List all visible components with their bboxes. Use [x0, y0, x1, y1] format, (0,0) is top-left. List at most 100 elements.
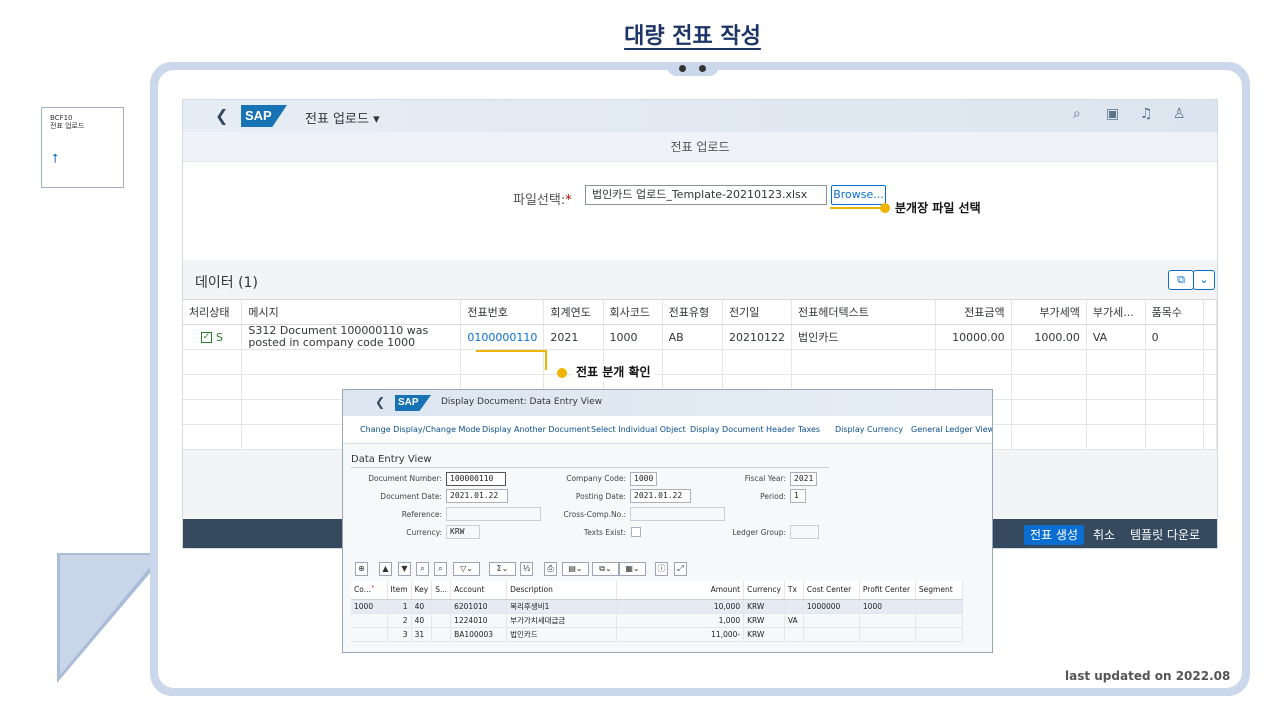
texts-exist-checkbox[interactable] — [631, 527, 641, 537]
back-arrow-icon[interactable]: ❮ — [215, 106, 228, 125]
status-cell: ✓ S — [183, 324, 243, 350]
column-header[interactable]: Co...˄ — [351, 581, 388, 600]
menu-select-object[interactable]: Select Individual Object — [591, 425, 686, 434]
camera-dot-icon — [699, 65, 706, 72]
tile-title: 전표 업로드 — [50, 122, 85, 130]
callout-line — [830, 207, 882, 209]
table-row[interactable]: 3 31 BA100003 법인카드 11,000- KRW — [351, 627, 964, 642]
column-header[interactable]: 품목수 — [1145, 299, 1205, 325]
copy-icon[interactable]: ⧉ — [1168, 270, 1194, 290]
column-header[interactable]: Segment — [915, 581, 964, 600]
sort-descending-icon[interactable]: ▼ — [398, 562, 411, 576]
info-icon[interactable]: ⓘ — [655, 562, 668, 576]
reference-field[interactable] — [446, 507, 541, 521]
gui-shell-bar: ❮ SAP Display Document: Data Entry View — [343, 390, 992, 416]
back-arrow-icon[interactable]: ❮ — [375, 395, 385, 409]
chevron-down-icon[interactable]: ⌄ — [1193, 270, 1215, 290]
page-subtitle: 전표 업로드 — [183, 132, 1217, 162]
print-icon[interactable]: ⎙ — [544, 562, 557, 576]
create-document-button[interactable]: 전표 생성 — [1024, 525, 1084, 545]
vat-code-cell: VA — [1086, 324, 1146, 350]
app-title-menu[interactable]: 전표 업로드 ▾ — [305, 108, 380, 127]
document-date-field[interactable]: 2021.01.22 — [446, 489, 508, 503]
cancel-button[interactable]: 취소 — [1087, 525, 1121, 545]
column-header[interactable]: 부가세... — [1086, 299, 1146, 325]
column-header[interactable]: 전기일 — [722, 299, 793, 325]
column-header[interactable]: 전표번호 — [460, 299, 545, 325]
label-texts-exist: Texts Exist: — [583, 528, 626, 537]
doc-number-link[interactable]: 0100000110 — [460, 324, 545, 350]
subtotal-icon[interactable]: ½ — [520, 562, 533, 576]
tablet-notch — [667, 62, 719, 76]
fiscal-year-cell: 2021 — [543, 324, 604, 350]
item-count-cell: 0 — [1145, 324, 1205, 350]
column-header[interactable]: Description — [506, 581, 618, 600]
slide-title: 대량 전표 작성 — [624, 24, 761, 49]
menu-display-another[interactable]: Display Another Document — [482, 425, 590, 434]
template-download-button[interactable]: 템플릿 다운로드 — [1124, 525, 1217, 545]
label-fiscal-year: Fiscal Year: — [744, 474, 786, 483]
sum-icon[interactable]: Σ⌄ — [489, 562, 516, 576]
column-header[interactable]: Currency — [743, 581, 785, 600]
label-company-code: Company Code: — [566, 474, 626, 483]
column-header[interactable]: 부가세액 — [1011, 299, 1087, 325]
posting-date-cell: 20210122 — [722, 324, 793, 350]
fiscal-year-field[interactable]: 2021 — [790, 472, 817, 486]
shell-bar: ❮ SAP 전표 업로드 ▾ ⌕ ▣ ♫ ♙ — [183, 100, 1217, 132]
menu-taxes[interactable]: Taxes — [798, 425, 820, 434]
menu-change-mode[interactable]: Change Display/Change Mode — [360, 425, 480, 434]
column-header[interactable]: 회계연도 — [543, 299, 604, 325]
filter-icon[interactable]: ▽⌄ — [453, 562, 480, 576]
view-icon[interactable]: ▤⌄ — [562, 562, 589, 576]
currency-field[interactable]: KRW — [446, 525, 480, 539]
menu-display-header[interactable]: Display Document Header — [690, 425, 795, 434]
sap-logo: SAP — [241, 105, 287, 127]
table-row[interactable]: ✓ S S312 Document 100000110 was posted in… — [183, 324, 1217, 350]
layout-icon[interactable]: ▦⌄ — [619, 562, 646, 576]
find-next-icon[interactable]: ⌕ — [434, 562, 447, 576]
column-header[interactable]: 전표금액 — [935, 299, 1012, 325]
column-header[interactable]: Account — [450, 581, 508, 600]
bell-icon[interactable]: ♫ — [1140, 106, 1153, 122]
menu-gl-view[interactable]: General Ledger View — [911, 425, 992, 434]
sort-ascending-icon[interactable]: ▲ — [379, 562, 392, 576]
menu-display-currency[interactable]: Display Currency — [835, 425, 903, 434]
zoom-icon[interactable]: ⊕ — [355, 562, 368, 576]
document-number-field[interactable]: 100000110 — [446, 472, 506, 486]
callout-doc: 전표 분개 확인 — [572, 364, 655, 381]
calendar-icon[interactable]: ▣ — [1106, 106, 1119, 122]
header-text-cell: 법인카드 — [791, 324, 937, 350]
export-icon[interactable]: ⧉⌄ — [592, 562, 619, 576]
column-header[interactable]: 전표헤더텍스트 — [791, 299, 937, 325]
search-icon[interactable]: ⌕ — [1073, 106, 1081, 122]
cross-comp-field[interactable] — [630, 507, 725, 521]
upload-icon: ⭡ — [52, 152, 59, 167]
table-row[interactable]: 2 40 1224010 부가가치세대급금 1,000 KRW VA — [351, 613, 964, 628]
browse-button[interactable]: Browse... — [831, 185, 886, 205]
column-header[interactable]: 처리상태 — [183, 299, 243, 325]
company-code-field[interactable]: 1000 — [630, 472, 657, 486]
column-header[interactable]: Amount — [616, 581, 745, 600]
empty-row — [183, 349, 1217, 375]
column-header[interactable]: 전표유형 — [662, 299, 724, 325]
last-updated-note: last updated on 2022.08 — [1065, 669, 1231, 683]
column-header[interactable]: 메시지 — [241, 299, 462, 325]
user-icon[interactable]: ♙ — [1173, 106, 1186, 122]
column-header[interactable]: Item — [387, 581, 412, 600]
column-header[interactable]: Tx — [784, 581, 804, 600]
column-header[interactable]: Key — [411, 581, 433, 600]
column-header[interactable]: Cost Center — [803, 581, 860, 600]
app-tile[interactable]: BCF10 전표 업로드 ⭡ — [41, 107, 124, 188]
column-header[interactable]: S... — [431, 581, 452, 600]
find-icon[interactable]: ⌕ — [416, 562, 429, 576]
period-field[interactable]: 1 — [790, 489, 806, 503]
table-row[interactable]: 1000 1 40 6201010 복리후생비1 10,000 KRW 1000… — [351, 599, 964, 614]
fullscreen-icon[interactable]: ⤢ — [674, 562, 687, 576]
column-header[interactable]: 회사코드 — [603, 299, 663, 325]
file-input[interactable]: 법인카드 업로드_Template-20210123.xlsx — [585, 185, 827, 205]
ledger-group-field[interactable] — [790, 525, 819, 539]
label-posting-date: Posting Date: — [575, 492, 626, 501]
posting-date-field[interactable]: 2021.01.22 — [630, 489, 691, 503]
gui-alv-toolbar: ⊕ ▲ ▼ ⌕ ⌕ ▽⌄ Σ⌄ ½ ⎙ ▤⌄ ⧉⌄ ▦⌄ ⓘ ⤢ — [343, 560, 992, 580]
column-header[interactable]: Profit Center — [859, 581, 916, 600]
